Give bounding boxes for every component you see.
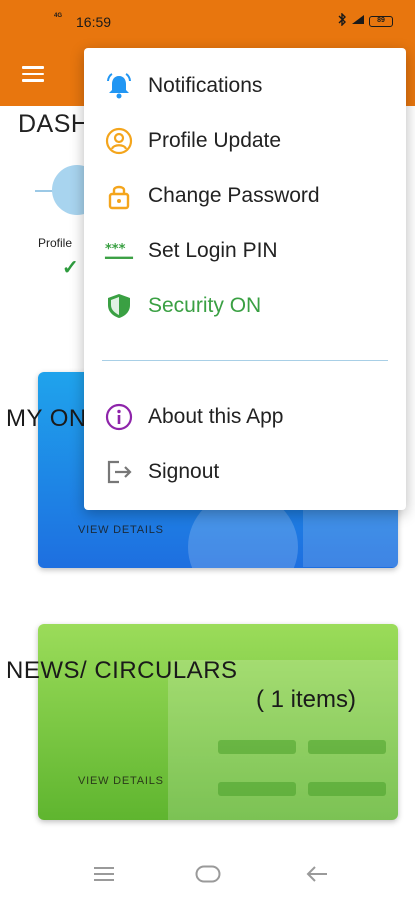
battery-indicator: 89 <box>369 15 393 27</box>
menu-item-signout[interactable]: Signout <box>84 448 406 496</box>
my-card-title: MY ON <box>6 405 87 432</box>
bluetooth-icon <box>338 12 347 29</box>
menu-item-label: Notifications <box>148 74 263 97</box>
shield-icon <box>104 291 134 321</box>
home-icon[interactable] <box>194 860 222 888</box>
menu-divider <box>102 360 388 361</box>
recent-apps-icon[interactable] <box>90 860 118 888</box>
menu-item-label: Change Password <box>148 184 320 207</box>
menu-item-change-password[interactable]: Change Password <box>84 172 406 220</box>
menu-item-label: Signout <box>148 460 220 483</box>
system-nav-bar <box>0 846 415 900</box>
menu-item-label: Set Login PIN <box>148 239 278 262</box>
status-icons: 89 <box>338 12 393 29</box>
menu-item-notifications[interactable]: Notifications <box>84 62 406 110</box>
bell-icon <box>104 71 134 101</box>
page-title: DASH <box>18 110 90 138</box>
pin-asterisk-icon: *** <box>104 236 134 266</box>
network-indicator: 4G <box>54 13 63 19</box>
user-circle-icon <box>104 126 134 156</box>
menu-item-about[interactable]: About this App <box>84 393 406 441</box>
menu-item-profile-update[interactable]: Profile Update <box>84 117 406 165</box>
menu-item-label: Profile Update <box>148 129 282 152</box>
menu-item-set-login-pin[interactable]: *** Set Login PIN <box>84 227 406 275</box>
document-line <box>218 740 296 754</box>
document-line <box>308 740 386 754</box>
document-line <box>308 782 386 796</box>
hamburger-menu-icon[interactable] <box>22 66 44 82</box>
signout-icon <box>104 457 134 487</box>
document-line <box>218 782 296 796</box>
app-screen: 4G 16:59 89 DASH Profile ✓ VIEW DETAILS <box>0 0 415 900</box>
lock-icon <box>104 181 134 211</box>
svg-text:***: *** <box>105 242 126 257</box>
menu-item-security[interactable]: Security ON <box>84 282 406 330</box>
profile-step-label: Profile <box>38 236 73 250</box>
view-details-link[interactable]: VIEW DETAILS <box>78 524 164 536</box>
card-decoration <box>303 507 398 567</box>
menu-item-label: Security ON <box>148 294 262 317</box>
check-icon: ✓ <box>62 257 79 279</box>
news-items-count: ( 1 items) <box>256 686 357 713</box>
status-time: 16:59 <box>76 14 112 30</box>
menu-item-label: About this App <box>148 405 284 428</box>
status-bar: 4G 16:59 89 <box>0 0 415 38</box>
signal-icon <box>351 14 365 28</box>
info-icon <box>104 402 134 432</box>
options-menu: Notifications Profile Update Change Pass… <box>84 48 406 510</box>
view-details-link[interactable]: VIEW DETAILS <box>78 775 164 787</box>
back-icon[interactable] <box>303 860 331 888</box>
news-card[interactable]: VIEW DETAILS <box>38 624 398 820</box>
news-card-title: NEWS/ CIRCULARS <box>6 657 238 684</box>
